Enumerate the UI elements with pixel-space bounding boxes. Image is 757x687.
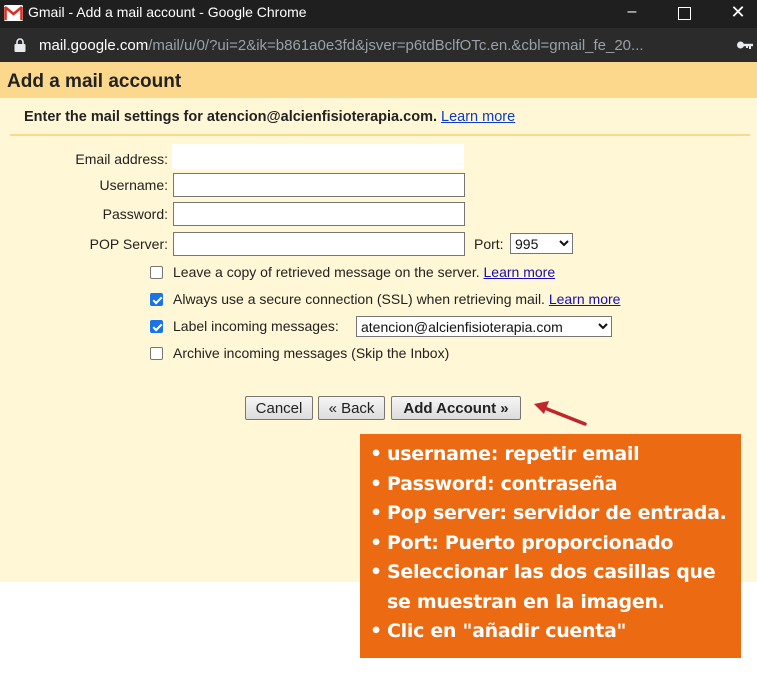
pointer-arrow-icon	[534, 401, 587, 426]
maximize-button[interactable]	[664, 0, 704, 28]
lock-icon	[14, 38, 26, 52]
password-field[interactable]	[173, 202, 465, 226]
archive-label: Archive incoming messages (Skip the Inbo…	[173, 345, 450, 361]
window-title-bar: Gmail - Add a mail account - Google Chro…	[0, 0, 757, 28]
ssl-learn-more-link[interactable]: Learn more	[549, 291, 621, 307]
port-label: Port:	[474, 236, 504, 252]
archive-checkbox[interactable]	[150, 347, 163, 360]
note-list: username: repetir email Password: contra…	[368, 440, 735, 647]
leave-copy-learn-more-link[interactable]: Learn more	[484, 264, 556, 280]
url-host: mail.google.com	[39, 37, 149, 54]
note-item: Port: Puerto proporcionado	[368, 529, 735, 559]
key-icon[interactable]	[736, 39, 754, 51]
label-incoming-checkbox[interactable]	[150, 320, 163, 333]
password-label: Password:	[102, 206, 168, 222]
label-select[interactable]: atencion@alcienfisioterapia.com	[356, 316, 612, 337]
learn-more-link[interactable]: Learn more	[441, 109, 515, 125]
dialog-header: Add a mail account	[0, 62, 757, 98]
label-incoming-label: Label incoming messages:	[173, 318, 339, 334]
url-text[interactable]: mail.google.com/mail/u/0/?ui=2&ik=b861a0…	[39, 37, 729, 54]
gmail-icon	[4, 5, 23, 21]
leave-copy-label: Leave a copy of retrieved message on the…	[173, 264, 480, 280]
instructions-note: username: repetir email Password: contra…	[360, 434, 741, 658]
pop-server-label: POP Server:	[89, 236, 168, 252]
note-item: Clic en "añadir cuenta"	[368, 617, 735, 647]
leave-copy-checkbox[interactable]	[150, 266, 163, 279]
ssl-label: Always use a secure connection (SSL) whe…	[173, 291, 545, 307]
email-label: Email address:	[75, 151, 168, 167]
note-item: username: repetir email	[368, 440, 735, 470]
leave-copy-text: Leave a copy of retrieved message on the…	[173, 264, 555, 280]
close-button[interactable]: ✕	[718, 0, 757, 28]
port-select[interactable]: 995	[510, 233, 573, 254]
note-item: Pop server: servidor de entrada.	[368, 499, 735, 529]
ssl-checkbox[interactable]	[150, 293, 163, 306]
email-field[interactable]	[172, 144, 464, 170]
instructions-bar: Enter the mail settings for atencion@alc…	[10, 100, 750, 136]
note-item: Password: contraseña	[368, 470, 735, 500]
pop-server-field[interactable]	[173, 232, 465, 256]
minimize-button[interactable]: –	[612, 0, 652, 28]
add-account-button[interactable]: Add Account »	[391, 396, 521, 420]
window-title: Gmail - Add a mail account - Google Chro…	[28, 4, 307, 20]
back-button[interactable]: « Back	[318, 396, 385, 420]
address-bar[interactable]: mail.google.com/mail/u/0/?ui=2&ik=b861a0…	[0, 28, 757, 62]
instructions-text: Enter the mail settings for atencion@alc…	[24, 109, 515, 125]
instructions-label: Enter the mail settings for atencion@alc…	[24, 109, 437, 125]
username-field[interactable]	[173, 173, 465, 197]
url-path: /mail/u/0/?ui=2&ik=b861a0e3fd&jsver=p6td…	[148, 37, 644, 54]
note-item: Seleccionar las dos casillas que se mues…	[368, 558, 735, 617]
ssl-text: Always use a secure connection (SSL) whe…	[173, 291, 620, 307]
page-title: Add a mail account	[7, 71, 182, 92]
username-label: Username:	[99, 177, 168, 193]
cancel-button[interactable]: Cancel	[245, 396, 313, 420]
maximize-icon	[677, 7, 691, 20]
